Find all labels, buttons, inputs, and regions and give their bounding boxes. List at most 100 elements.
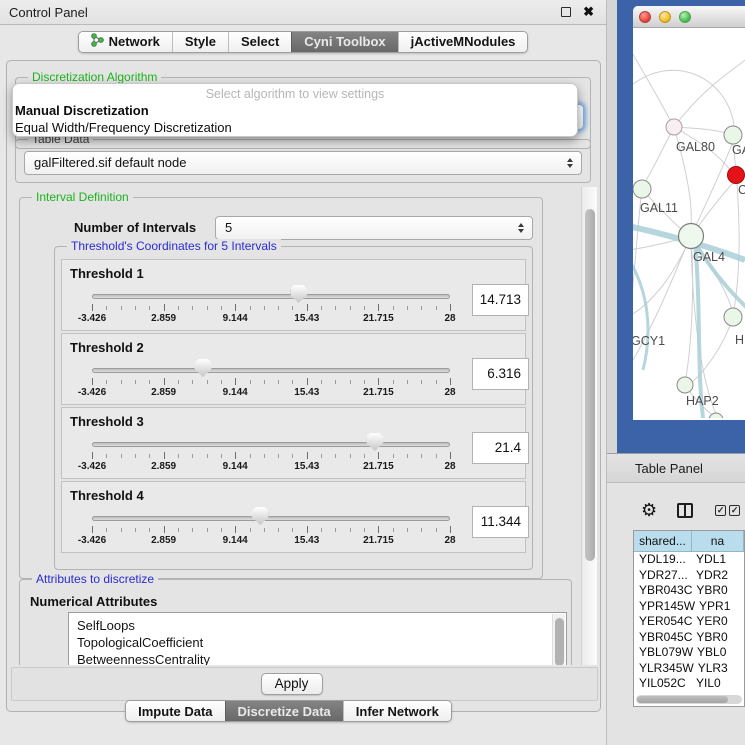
bottom-tabbar: Impute Data Discretize Data Infer Networ… (0, 700, 607, 722)
slider-track[interactable] (92, 294, 450, 299)
tab-select[interactable]: Select (228, 32, 291, 52)
algorithm-option-equal-width[interactable]: Equal Width/Frequency Discretization (13, 119, 577, 136)
slider-thumb[interactable] (290, 285, 307, 303)
tab-discretize-data[interactable]: Discretize Data (225, 701, 343, 721)
column-layout-icon[interactable] (677, 503, 693, 518)
table-row[interactable]: YIL052CYIL0 (634, 676, 744, 692)
node-hap2[interactable] (677, 377, 693, 393)
slider-ticks (92, 452, 450, 460)
number-of-intervals-combobox[interactable]: 5 (215, 216, 533, 240)
cell[interactable]: YBL079W (634, 645, 693, 661)
table-row[interactable]: YBR043CYBR0 (634, 583, 744, 599)
node-gal4[interactable] (679, 224, 704, 249)
checkbox-icon[interactable]: ✓ (729, 505, 740, 516)
gear-icon[interactable]: ⚙ (641, 501, 657, 519)
slider-track[interactable] (92, 442, 450, 447)
slider-thumb[interactable] (252, 507, 269, 525)
table-row[interactable]: YPR145WYPR1 (634, 599, 744, 615)
cell[interactable]: YLR345W (634, 661, 694, 677)
tab-select-label: Select (241, 34, 279, 49)
table-row[interactable]: YDL19...YDL1 (634, 552, 744, 568)
control-panel-titlebar: Control Panel ✖ (0, 0, 606, 25)
node-red-selected[interactable] (728, 167, 745, 184)
tab-cyni-toolbox[interactable]: Cyni Toolbox (291, 32, 397, 52)
list-item[interactable]: BetweennessCentrality (69, 651, 566, 665)
numerical-attributes-list[interactable]: SelfLoops TopologicalCoefficient Between… (68, 612, 567, 665)
threshold-rows: Threshold 1 -3.4262.8599.14415.4321.7152… (61, 259, 526, 553)
cell[interactable]: YDR27... (634, 568, 692, 584)
cell[interactable]: YIL0 (692, 676, 744, 692)
cell[interactable]: YBR0 (692, 583, 744, 599)
minimize-traffic-light-icon[interactable] (659, 11, 671, 23)
slider-track[interactable] (92, 368, 450, 373)
cell[interactable]: YDL19... (634, 552, 692, 568)
control-panel: Control Panel ✖ (0, 0, 607, 745)
table-row[interactable]: YBR045CYBR0 (634, 630, 744, 646)
close-icon[interactable]: ✖ (583, 7, 594, 17)
zoom-traffic-light-icon[interactable] (679, 11, 691, 23)
node-gal11[interactable] (633, 180, 651, 198)
table-horizontal-scrollbar[interactable] (636, 695, 742, 704)
threshold-1-row: Threshold 1 -3.4262.8599.14415.4321.7152… (61, 259, 526, 331)
slider-track[interactable] (92, 516, 450, 521)
tab-jactivemnodules-label: jActiveMNodules (411, 34, 516, 49)
network-canvas[interactable]: GAL80 GA GAL11 GAL4 GCY1 H HAP2 C (633, 28, 745, 420)
network-view-window[interactable]: GAL80 GA GAL11 GAL4 GCY1 H HAP2 C (617, 0, 745, 453)
cell[interactable]: YPR145W (634, 599, 695, 615)
node-attribute-table[interactable]: shared... na YDL19...YDL1 YDR27...YDR2 Y… (633, 530, 745, 707)
column-header-shared[interactable]: shared... (634, 531, 692, 552)
cell[interactable]: YLR3 (694, 661, 744, 677)
node-label-partial-h: H (735, 333, 744, 347)
tab-cyni-toolbox-label: Cyni Toolbox (304, 34, 385, 49)
node-top-right[interactable] (724, 126, 742, 144)
cell[interactable]: YBR043C (634, 583, 692, 599)
tab-network-label: Network (109, 34, 160, 49)
threshold-2-value-field[interactable]: 6.316 (472, 358, 529, 390)
node-gal80[interactable] (666, 119, 682, 135)
threshold-3-value-field[interactable]: 21.4 (472, 432, 529, 464)
table-panel-toolbar: ⚙ ✓ ✓ (607, 497, 745, 523)
algorithm-dropdown-popup: Select algorithm to view settings Manual… (12, 83, 578, 137)
column-header-name[interactable]: na (692, 531, 744, 552)
slider-tick-labels: -3.4262.8599.14415.4321.71528 (92, 313, 450, 325)
threshold-1-value-field[interactable]: 14.713 (472, 284, 529, 316)
cell[interactable]: YBL0 (693, 645, 744, 661)
slider-thumb[interactable] (366, 433, 383, 451)
float-window-icon[interactable] (561, 7, 571, 17)
apply-button[interactable]: Apply (261, 673, 323, 695)
tab-jactivemnodules[interactable]: jActiveMNodules (398, 32, 528, 52)
checkbox-icon[interactable]: ✓ (715, 505, 726, 516)
cell[interactable]: YPR1 (695, 599, 744, 615)
cell[interactable]: YER054C (634, 614, 692, 630)
cell[interactable]: YDL1 (692, 552, 744, 568)
scrollbar-thumb[interactable] (585, 209, 595, 561)
slider-tick-labels: -3.4262.8599.14415.4321.71528 (92, 535, 450, 547)
slider-ticks (92, 378, 450, 386)
node-h[interactable] (724, 308, 742, 326)
list-item[interactable]: SelfLoops (69, 617, 566, 634)
cell[interactable]: YDR2 (692, 568, 744, 584)
cell[interactable]: YER0 (692, 614, 744, 630)
cell[interactable]: YBR0 (692, 630, 744, 646)
numerical-attributes-label: Numerical Attributes (30, 594, 157, 609)
list-item[interactable]: TopologicalCoefficient (69, 634, 566, 651)
list-scrollbar[interactable] (552, 614, 565, 665)
table-row[interactable]: YDR27...YDR2 (634, 568, 744, 584)
settings-scrollbar[interactable] (581, 187, 597, 665)
table-row[interactable]: YBL079WYBL0 (634, 645, 744, 661)
tab-infer-network[interactable]: Infer Network (343, 701, 451, 721)
table-data-combobox[interactable]: galFiltered.sif default node (24, 151, 582, 175)
algorithm-option-manual[interactable]: Manual Discretization (13, 102, 577, 119)
tab-network[interactable]: Network (79, 32, 172, 52)
threshold-4-value-field[interactable]: 11.344 (472, 506, 529, 538)
table-row[interactable]: YLR345WYLR3 (634, 661, 744, 677)
stepper-arrows-icon (567, 158, 573, 168)
cell[interactable]: YIL052C (634, 676, 692, 692)
tab-impute-data[interactable]: Impute Data (126, 701, 224, 721)
tab-style[interactable]: Style (172, 32, 228, 52)
cell[interactable]: YBR045C (634, 630, 692, 646)
table-panel-titlebar: Table Panel (607, 453, 745, 483)
slider-thumb[interactable] (194, 359, 211, 377)
close-traffic-light-icon[interactable] (639, 11, 651, 23)
table-row[interactable]: YER054CYER0 (634, 614, 744, 630)
